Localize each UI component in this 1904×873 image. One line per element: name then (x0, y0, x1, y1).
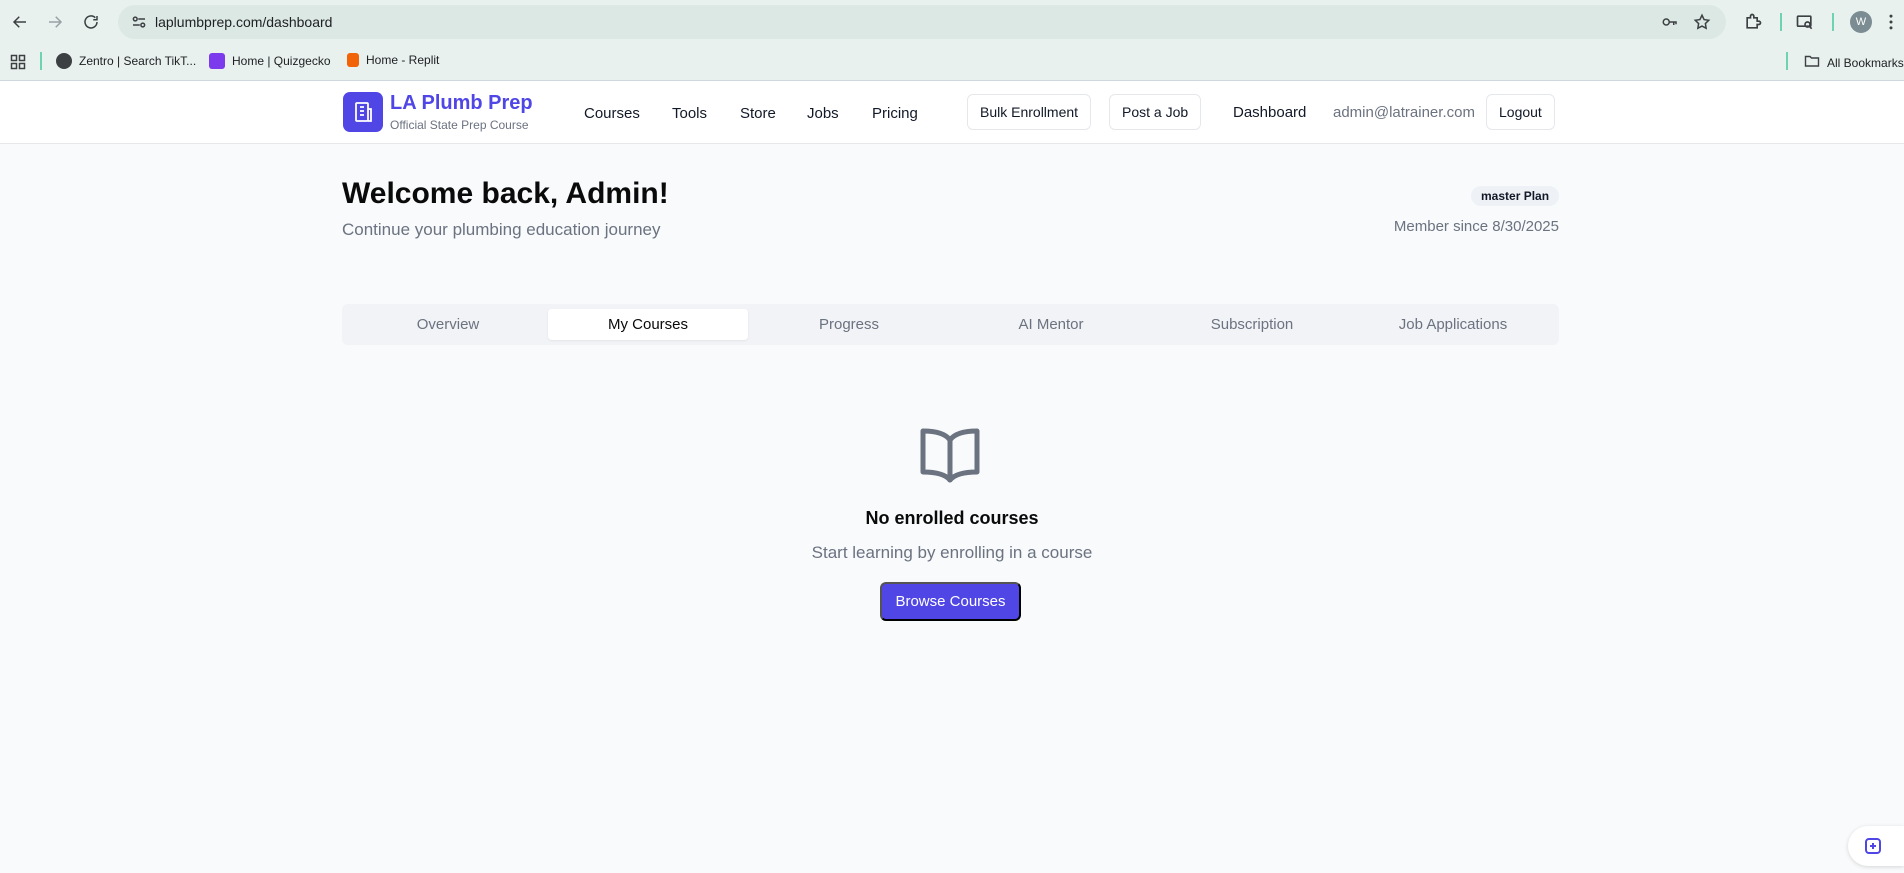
bookmark-replit[interactable]: Home - Replit (347, 53, 439, 67)
nav-store[interactable]: Store (740, 105, 776, 122)
nav-pricing[interactable]: Pricing (872, 105, 918, 122)
toolbar-separator (1832, 13, 1834, 31)
tab-subscription[interactable]: Subscription (1152, 309, 1352, 340)
nav-jobs[interactable]: Jobs (807, 105, 839, 122)
replit-icon (347, 53, 359, 67)
nav-courses[interactable]: Courses (584, 105, 640, 122)
toolbar-separator (1780, 13, 1782, 31)
reload-icon[interactable] (79, 10, 103, 34)
all-bookmarks[interactable]: All Bookmarks (1804, 53, 1904, 72)
browser-toolbar: laplumbprep.com/dashboard W (0, 0, 1904, 44)
browser-chrome: laplumbprep.com/dashboard W Zentro | Sea… (0, 0, 1904, 80)
globe-icon (56, 53, 72, 69)
tab-job-applications[interactable]: Job Applications (1353, 309, 1553, 340)
profile-avatar[interactable]: W (1850, 11, 1872, 33)
assistant-icon (1864, 837, 1882, 855)
site-header: LA Plumb Prep Official State Prep Course… (0, 81, 1904, 144)
bookmarks-separator (1786, 52, 1788, 70)
star-icon[interactable] (1693, 13, 1711, 31)
tab-search-icon[interactable] (1795, 12, 1815, 32)
more-menu-icon[interactable] (1881, 12, 1901, 32)
url-text[interactable]: laplumbprep.com/dashboard (155, 14, 332, 30)
post-job-button[interactable]: Post a Job (1109, 94, 1202, 130)
bulk-enrollment-button[interactable]: Bulk Enrollment (967, 94, 1092, 130)
folder-icon (1804, 53, 1820, 72)
open-book-icon (919, 426, 981, 484)
page-title: Welcome back, Admin! (342, 177, 669, 210)
quizgecko-icon (209, 53, 225, 69)
apps-grid-icon[interactable] (10, 54, 26, 70)
forward-icon[interactable] (43, 10, 67, 34)
tab-my-courses[interactable]: My Courses (548, 309, 748, 340)
dashboard-tabs: Overview My Courses Progress AI Mentor S… (342, 304, 1559, 345)
bookmark-zentro[interactable]: Zentro | Search TikT... (56, 53, 196, 69)
browse-courses-button[interactable]: Browse Courses (880, 582, 1021, 621)
extensions-icon[interactable] (1743, 12, 1763, 32)
dashboard-link[interactable]: Dashboard (1233, 104, 1306, 121)
page-subtitle: Continue your plumbing education journey (342, 220, 661, 239)
plan-badge: master Plan (1471, 186, 1560, 206)
password-key-icon[interactable] (1661, 13, 1679, 31)
user-email: admin@latrainer.com (1333, 104, 1475, 121)
tab-ai-mentor[interactable]: AI Mentor (951, 309, 1151, 340)
floating-assistant-widget[interactable] (1848, 826, 1904, 866)
bookmarks-bar: Zentro | Search TikT... Home | Quizgecko… (0, 44, 1904, 80)
back-icon[interactable] (8, 10, 32, 34)
bookmark-quizgecko[interactable]: Home | Quizgecko (209, 53, 331, 69)
logout-button[interactable]: Logout (1486, 94, 1555, 130)
site-settings-icon[interactable] (130, 13, 148, 31)
bookmarks-separator (40, 52, 42, 70)
tab-overview[interactable]: Overview (348, 309, 548, 340)
brand-name[interactable]: LA Plumb Prep (390, 92, 533, 115)
brand-tagline: Official State Prep Course (390, 118, 529, 132)
member-since: Member since 8/30/2025 (1393, 218, 1559, 235)
logo-icon[interactable] (343, 92, 383, 132)
empty-state-title: No enrolled courses (865, 508, 1039, 528)
empty-state-subtitle: Start learning by enrolling in a course (811, 543, 1093, 562)
nav-tools[interactable]: Tools (672, 105, 707, 122)
address-bar[interactable]: laplumbprep.com/dashboard (118, 5, 1726, 39)
tab-progress[interactable]: Progress (749, 309, 949, 340)
